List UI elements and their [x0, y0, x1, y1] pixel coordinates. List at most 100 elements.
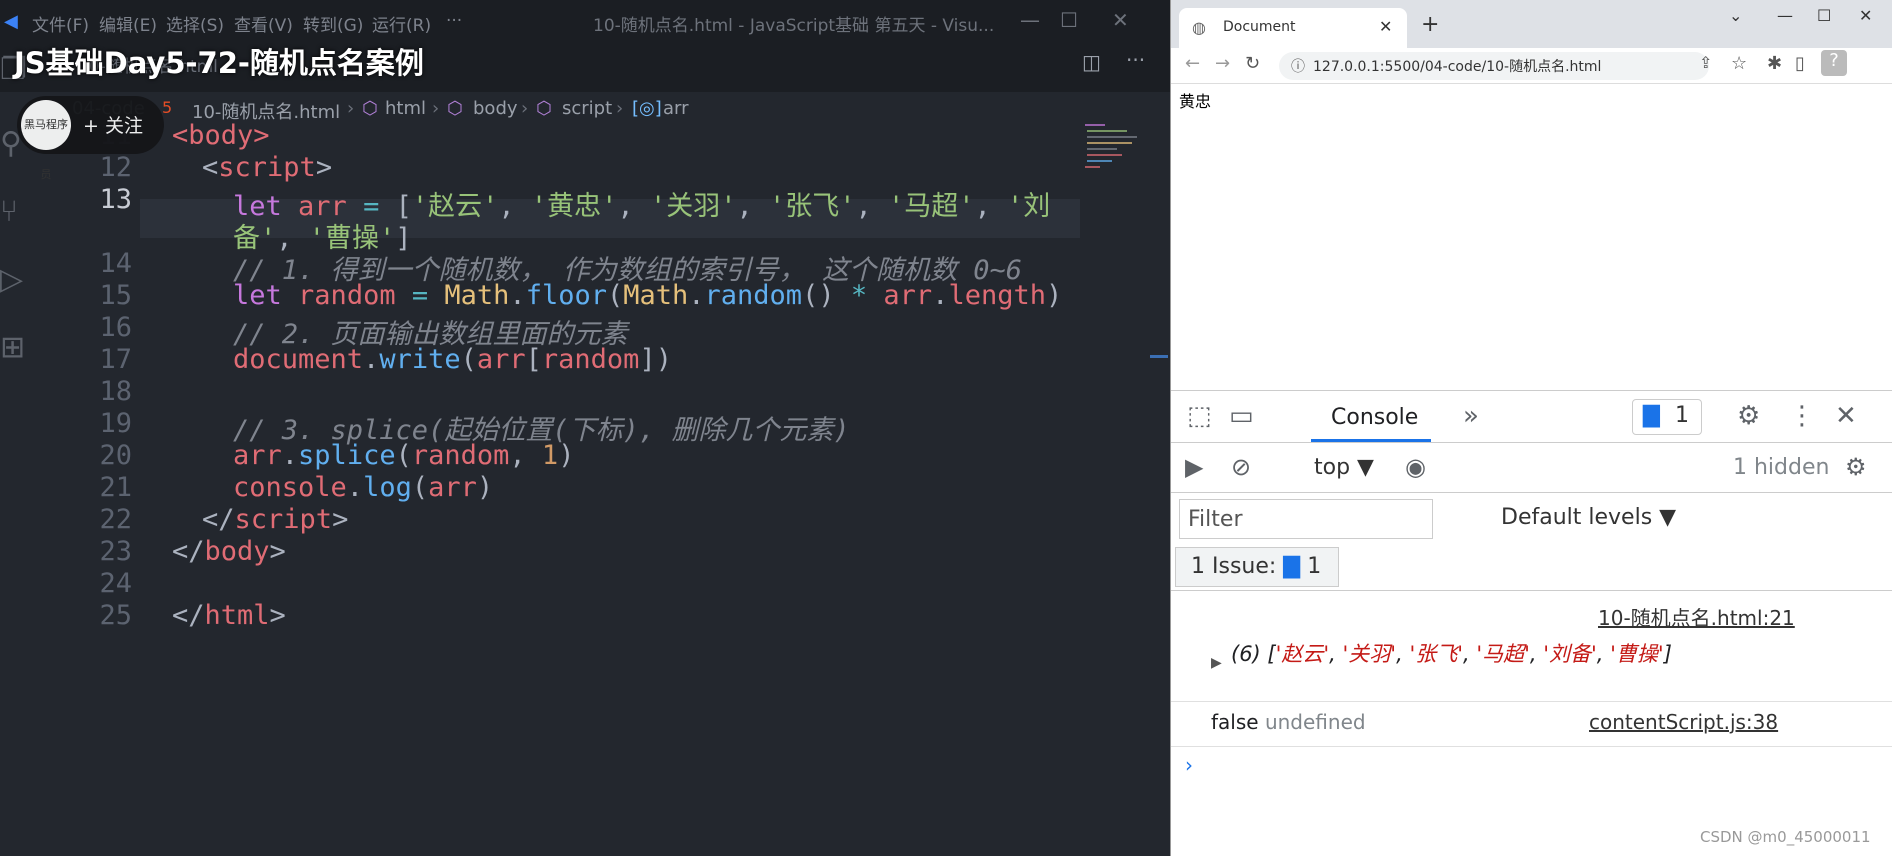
line-number: 24: [99, 568, 132, 599]
globe-icon: ◍: [1192, 18, 1206, 37]
back-icon[interactable]: ←: [1185, 53, 1200, 74]
chevron-right-icon: ›: [616, 98, 624, 119]
line-number: 22: [99, 504, 132, 535]
line-number: 23: [99, 536, 132, 567]
close-icon[interactable]: ✕: [1859, 6, 1872, 25]
window-title: 10-随机点名.html - JavaScript基础 第五天 - Visu..…: [593, 16, 995, 36]
extensions-icon[interactable]: ✱: [1767, 53, 1782, 74]
line-number: 13: [99, 184, 132, 215]
device-toggle-icon[interactable]: ▭: [1229, 401, 1254, 431]
url-text[interactable]: 127.0.0.1:5500/04-code/10-随机点名.html: [1313, 56, 1601, 76]
log-source-link[interactable]: contentScript.js:38: [1589, 710, 1778, 734]
star-icon[interactable]: ☆: [1731, 53, 1747, 74]
symbol-icon: ⬡: [362, 98, 378, 119]
breadcrumb-script[interactable]: script: [562, 98, 612, 119]
code-area[interactable]: 11 12 13 14 15 16 17 18 19 20 21 22 23 2…: [0, 120, 1160, 856]
eye-icon[interactable]: ◉: [1405, 453, 1426, 481]
messages-badge[interactable]: ▇ 1: [1632, 399, 1702, 435]
sidepanel-icon[interactable]: ▯: [1795, 53, 1805, 74]
menu-view[interactable]: 查看(V): [234, 11, 293, 36]
console-toolbar: ▶ ⊘ top ▼ ◉ 1 hidden ⚙: [1171, 443, 1892, 493]
more-actions-icon[interactable]: ···: [1126, 48, 1145, 72]
follow-widget[interactable]: 黑马程序员 + 关注: [17, 96, 164, 181]
symbol-icon: ⬡: [536, 98, 552, 119]
code-line: </script>: [202, 504, 349, 535]
code-line: <script>: [202, 152, 333, 183]
line-number: 19: [99, 408, 132, 439]
message-icon: ▇: [1283, 554, 1301, 579]
minimize-icon[interactable]: —: [1020, 8, 1040, 32]
menu-edit[interactable]: 编辑(E): [99, 11, 157, 36]
code-editor-window: ◀ 文件(F) 编辑(E) 选择(S) 查看(V) 转到(G) 运行(R) ··…: [0, 0, 1170, 856]
more-tabs-icon[interactable]: »: [1463, 401, 1479, 431]
issues-button[interactable]: 1 Issue: ▇ 1: [1175, 547, 1339, 587]
browser-window: ◍ Document ✕ + ⌄ — ☐ ✕ ← → ↻ ⓘ 127.0.0.1…: [1170, 0, 1892, 856]
code-line: document.write(arr[random]): [233, 344, 672, 375]
minimap[interactable]: [1083, 120, 1148, 180]
breadcrumb-arr[interactable]: arr: [663, 98, 689, 119]
line-number: 12: [99, 152, 132, 183]
hidden-count: 1 hidden: [1733, 455, 1830, 480]
minimize-icon[interactable]: —: [1777, 6, 1793, 25]
forward-icon[interactable]: →: [1215, 53, 1230, 74]
code-line: console.log(arr): [233, 472, 494, 503]
page-output: 黄忠: [1179, 92, 1212, 111]
maximize-icon[interactable]: ☐: [1817, 6, 1831, 25]
menu-selection[interactable]: 选择(S): [166, 11, 224, 36]
menu-more[interactable]: ···: [446, 11, 462, 31]
scrollbar-marker[interactable]: [1150, 355, 1168, 358]
address-bar-row: ← → ↻ ⓘ 127.0.0.1:5500/04-code/10-随机点名.h…: [1171, 48, 1892, 84]
browser-tab[interactable]: ◍ Document ✕: [1179, 8, 1407, 48]
browser-tab-strip: ◍ Document ✕ + ⌄ — ☐ ✕: [1171, 0, 1892, 48]
video-title-overlay: JS基础Day5-72-随机点名案例: [14, 46, 424, 80]
menu-bar: ◀ 文件(F) 编辑(E) 选择(S) 查看(V) 转到(G) 运行(R) ··…: [0, 0, 1170, 42]
info-icon[interactable]: ⓘ: [1291, 56, 1305, 76]
console-settings-icon[interactable]: ⚙: [1845, 453, 1867, 481]
help-icon[interactable]: ?: [1821, 50, 1847, 76]
close-icon[interactable]: ✕: [1112, 8, 1129, 32]
console-prompt[interactable]: ›: [1185, 753, 1193, 777]
code-line: let random = Math.floor(Math.random() * …: [233, 280, 1063, 311]
log-entry: false undefined: [1211, 710, 1366, 734]
log-source-link[interactable]: 10-随机点名.html:21: [1598, 602, 1795, 631]
sidebar-toggle-icon[interactable]: ▶: [1185, 453, 1203, 481]
line-number: 14: [99, 248, 132, 279]
clear-console-icon[interactable]: ⊘: [1231, 453, 1251, 481]
variable-icon: [◎]: [632, 98, 662, 119]
breadcrumb-body[interactable]: body: [473, 98, 518, 119]
context-selector[interactable]: top ▼: [1314, 455, 1374, 480]
message-icon: ▇: [1643, 403, 1660, 428]
share-icon[interactable]: ⇪: [1699, 53, 1712, 72]
code-line: arr.splice(random, 1): [233, 440, 575, 471]
chevron-down-icon[interactable]: ⌄: [1729, 6, 1742, 25]
reload-icon[interactable]: ↻: [1245, 53, 1260, 74]
follow-button[interactable]: + 关注: [83, 111, 143, 138]
menu-run[interactable]: 运行(R): [372, 11, 431, 36]
settings-icon[interactable]: ⚙: [1737, 401, 1760, 431]
new-tab-icon[interactable]: +: [1421, 12, 1439, 37]
chevron-right-icon: ›: [347, 98, 355, 119]
inspect-element-icon[interactable]: ⬚: [1187, 401, 1212, 431]
log-entry-array[interactable]: (6) ['赵云', '关羽', '张飞', '马超', '刘备', '曹操']: [1207, 641, 1867, 667]
breadcrumb-html[interactable]: html: [385, 98, 426, 119]
line-number: 17: [99, 344, 132, 375]
menu-go[interactable]: 转到(G): [303, 11, 363, 36]
filter-input[interactable]: Filter: [1179, 499, 1433, 539]
maximize-icon[interactable]: ☐: [1060, 8, 1078, 32]
menu-file[interactable]: 文件(F): [32, 11, 89, 36]
log-levels-dropdown[interactable]: Default levels ▼: [1501, 505, 1676, 530]
more-options-icon[interactable]: ⋮: [1789, 401, 1815, 431]
avatar: 黑马程序员: [21, 100, 71, 181]
close-tab-icon[interactable]: ✕: [1379, 17, 1392, 36]
vscode-logo-icon: ◀: [4, 11, 18, 32]
html5-icon: 5: [162, 98, 173, 117]
code-line: <body>: [172, 120, 270, 151]
divider: [1171, 701, 1892, 702]
line-number: 20: [99, 440, 132, 471]
split-editor-icon[interactable]: ◫: [1082, 50, 1101, 74]
close-devtools-icon[interactable]: ✕: [1835, 401, 1857, 431]
devtools-toolbar: ⬚ ▭ Console » ▇ 1 ⚙ ⋮ ✕: [1171, 391, 1892, 443]
tab-console[interactable]: Console: [1331, 405, 1418, 430]
devtools-panel: ⬚ ▭ Console » ▇ 1 ⚙ ⋮ ✕ ▶ ⊘ top ▼ ◉ 1 hi…: [1171, 390, 1892, 856]
line-number: 18: [99, 376, 132, 407]
